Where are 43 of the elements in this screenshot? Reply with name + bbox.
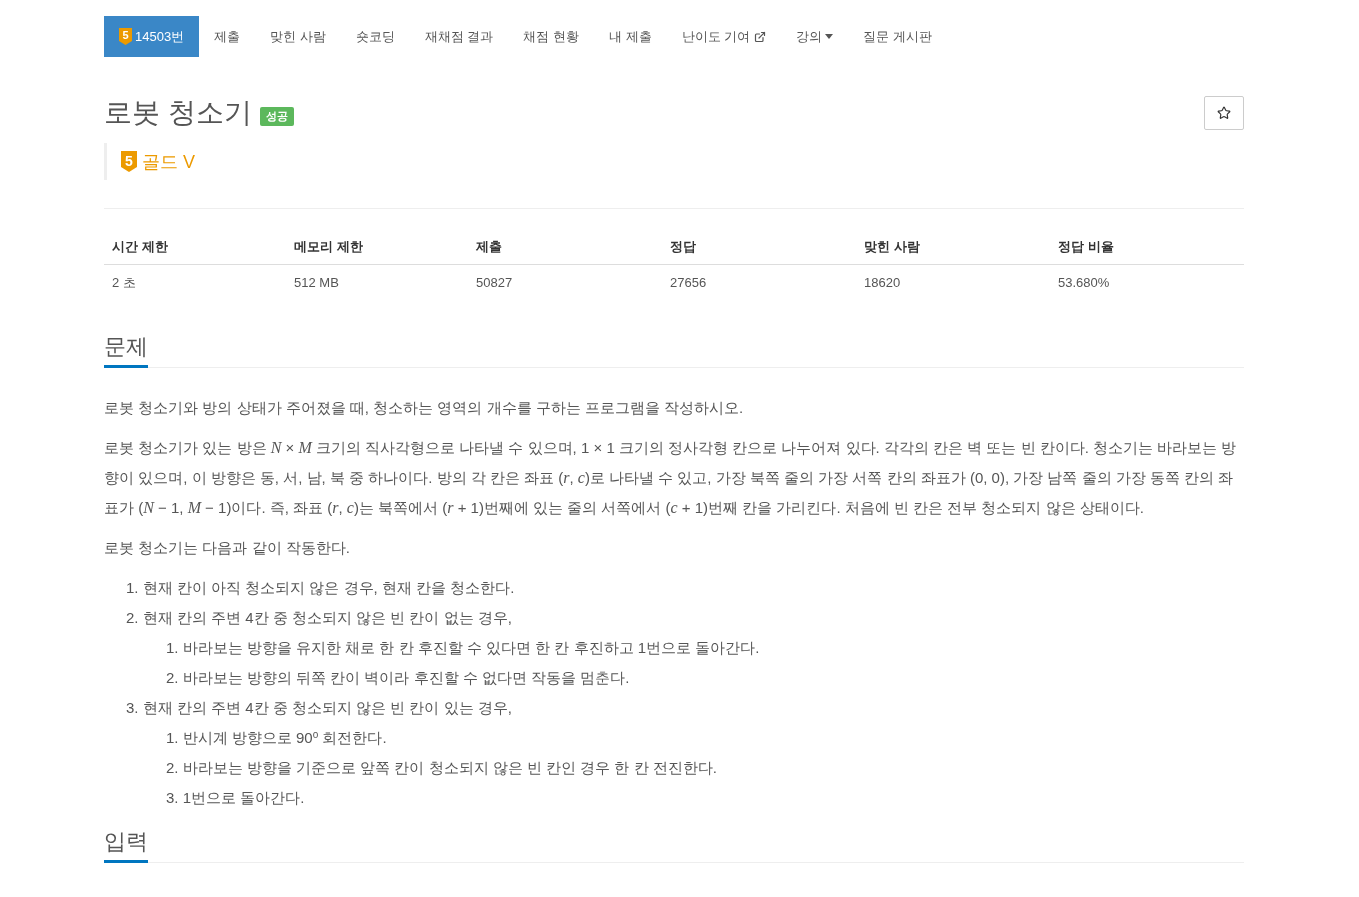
list-item: 1. 반시계 방향으로 90$^{o}$ 회전한다. [166, 728, 388, 748]
table-header: 시간 제한 [104, 230, 286, 264]
table-cell: 2 초 [104, 264, 286, 300]
nav-tab[interactable]: 5 14503번 [104, 16, 200, 57]
nav-tab[interactable]: 내 제출 [594, 16, 667, 57]
table-cell: 53.680% [1050, 264, 1244, 300]
table-cell: 512 MB [286, 264, 468, 300]
caret-icon [825, 34, 834, 39]
list-item: 2. 바라보는 방향을 기준으로 앞쪽 칸이 청소되지 않은 빈 칸인 경우 한 칸 전진한다. [166, 758, 718, 778]
external-link-icon [754, 30, 767, 43]
table-cell: 50827 [468, 264, 662, 300]
list-item: 2. 바라보는 방향의 뒤쪽 칸이 벽이라 후진할 수 없다면 작동을 멈춘다. [166, 668, 631, 688]
favorite-button[interactable] [1204, 96, 1244, 130]
nav-tab[interactable]: 제출 [199, 16, 256, 57]
nav-tab[interactable]: 강의 [781, 16, 849, 57]
nav-tab[interactable]: 질문 게시판 [848, 16, 947, 57]
table-header: 정답 [662, 230, 856, 264]
problem-paragraph: 로봇 청소기는 다음과 같이 작동한다. [104, 538, 351, 558]
problem-title: 로봇 청소기 [104, 96, 252, 130]
nav-tab[interactable]: 재채점 결과 [409, 16, 509, 57]
section-heading: 입력 [104, 823, 148, 863]
nav-tab[interactable]: 난이도 기여 [666, 16, 782, 57]
list-item: 2. 현재 칸의 주변 4칸 중 청소되지 않은 빈 칸이 없는 경우, [126, 608, 513, 628]
list-item: 3. 1번으로 돌아간다. [166, 788, 306, 808]
table-header: 맞힌 사람 [856, 230, 1050, 264]
problem-paragraph: 로봇 청소기와 방의 상태가 주어졌을 때, 청소하는 영역의 개수를 구하는 프로그램을 작성하시오. [104, 398, 745, 418]
table-cell: 18620 [856, 264, 1050, 300]
tier-badge: 5 [119, 28, 132, 45]
tier-badge: 5 [121, 151, 137, 172]
nav-tab[interactable]: 맞힌 사람 [255, 16, 341, 57]
table-header: 제출 [468, 230, 662, 264]
list-item: 1. 현재 칸이 아직 청소되지 않은 경우, 현재 칸을 청소한다. [126, 578, 516, 598]
problem-paragraph: 로봇 청소기가 있는 방은 N × M 크기의 직사각형으로 나타낼 수 있으며, 1 × 1 크기의 정사각형 칸으로 나누어져 있다. 각각의 칸은 벽 또는 빈 칸이다. 청소기는 바라보는 방향이 있으며, 이 방향은 동, 서, 남, 북 중 하나이다. 방의 각 칸은 좌표 (r, c)로 나타낼 수 있고, 가장 북쪽 줄의 가장 서쪽 칸의 좌표가 (0, 0), 가장 남쪽 줄의 가장 동쪽 칸의 좌표가 (N − 1, M − 1)이다. 즉, 좌표 (r, c)는 북쪽에서 (r + 1)번째에 있는 줄의 서쪽에서 (c + 1)번째 칸을 가리킨다. 처음에 빈 칸은 전부 청소되지 않은 상태이다. [104, 438, 1238, 518]
result-badge: 성공 [259, 106, 294, 126]
list-item: 1. 바라보는 방향을 유지한 채로 한 칸 후진할 수 있다면 한 칸 후진하고 1번으로 돌아간다. [166, 638, 761, 658]
section-heading: 문제 [104, 328, 148, 368]
table-cell: 27656 [662, 264, 856, 300]
star-icon [1217, 106, 1231, 120]
nav-tab[interactable]: 숏코딩 [340, 16, 410, 57]
nav-tab[interactable]: 채점 현황 [508, 16, 595, 57]
list-item: 3. 현재 칸의 주변 4칸 중 청소되지 않은 빈 칸이 있는 경우, [126, 698, 513, 718]
table-header: 정답 비율 [1050, 230, 1244, 264]
table-header: 메모리 제한 [286, 230, 468, 264]
